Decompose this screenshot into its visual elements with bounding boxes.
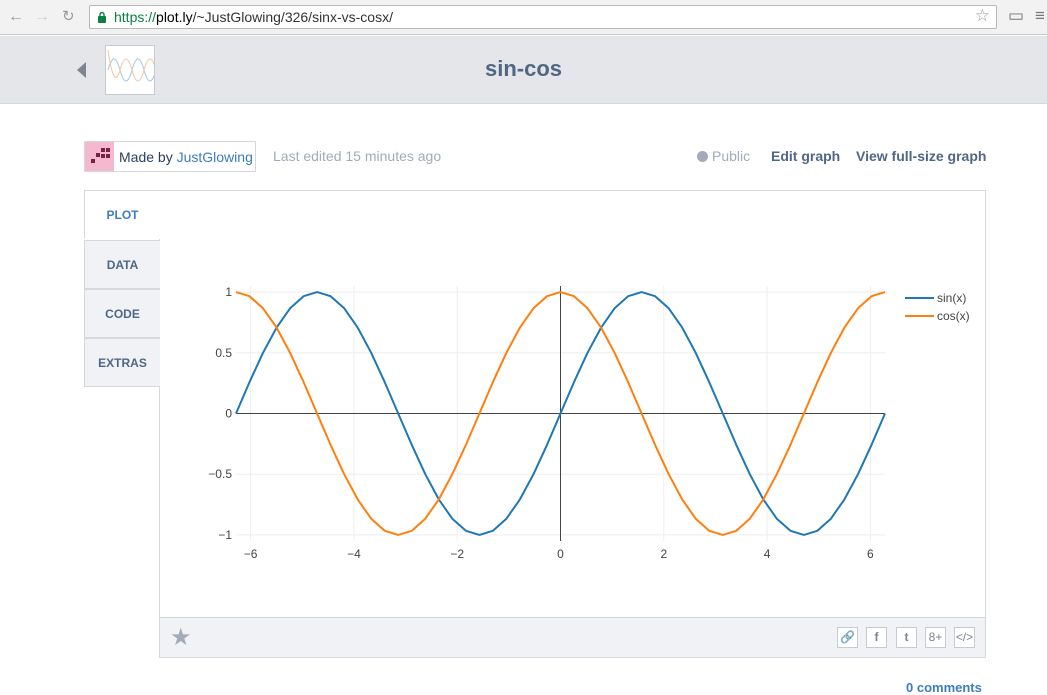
x-tick-label: −4	[347, 547, 361, 561]
avatar	[85, 142, 114, 171]
google-plus-icon[interactable]: 8+	[925, 627, 946, 648]
globe-icon	[697, 151, 708, 162]
tab-code[interactable]: CODE	[84, 289, 160, 338]
tab-data[interactable]: DATA	[84, 240, 160, 289]
x-tick-label: 6	[867, 547, 874, 561]
visibility-status: Public	[697, 148, 750, 164]
x-tick-label: 0	[557, 547, 564, 561]
y-tick-label: −0.5	[208, 467, 232, 481]
back-arrow-icon[interactable]: ←	[8, 8, 24, 26]
twitter-icon[interactable]: t	[896, 627, 917, 648]
legend-label: sin(x)	[937, 291, 966, 305]
graph-header: sin-cos	[0, 36, 1047, 104]
sin-cos-chart: −6 −4 −2 0 2 4 6 −1 −0.5 0 0.5 1 sin(x) cos(x)	[208, 285, 970, 561]
tab-plot[interactable]: PLOT	[84, 190, 160, 239]
x-tick-label: −6	[244, 547, 258, 561]
menu-icon[interactable]: ≡	[1035, 6, 1045, 26]
view-full-size-link[interactable]: View full-size graph	[856, 148, 986, 164]
embed-icon[interactable]: </>	[954, 627, 975, 648]
last-edited: Last edited 15 minutes ago	[273, 148, 442, 164]
tab-extras[interactable]: EXTRAS	[84, 338, 160, 387]
forward-arrow-icon[interactable]: →	[34, 8, 50, 26]
y-tick-label: 0.5	[215, 346, 232, 360]
y-tick-label: 1	[225, 285, 232, 299]
comments-link[interactable]: 0 comments	[906, 680, 982, 695]
graph-title: sin-cos	[484, 56, 563, 81]
star-icon[interactable]: ★	[170, 623, 192, 652]
link-icon[interactable]: 🔗	[837, 627, 858, 648]
bookmark-star-icon[interactable]: ☆	[975, 6, 990, 26]
x-tick-label: 2	[660, 547, 667, 561]
x-tick-label: 4	[764, 547, 771, 561]
made-by-text: Made by JustGlowing	[119, 149, 253, 165]
lock-icon	[98, 11, 106, 23]
author-badge[interactable]: Made by JustGlowing	[84, 141, 256, 172]
address-bar[interactable]: https://plot.ly/~JustGlowing/326/sinx-vs…	[89, 5, 997, 29]
y-tick-label: 0	[225, 407, 232, 421]
plot-footer: ★ 🔗 f t 8+ </>	[160, 617, 985, 657]
x-tick-label: −2	[450, 547, 464, 561]
author-link[interactable]: JustGlowing	[177, 149, 253, 165]
legend-label: cos(x)	[937, 309, 970, 323]
facebook-icon[interactable]: f	[866, 627, 887, 648]
browser-toolbar: ← → ↻ https://plot.ly/~JustGlowing/326/s…	[0, 0, 1047, 35]
edit-graph-link[interactable]: Edit graph	[771, 148, 840, 164]
reload-icon[interactable]: ↻	[62, 8, 75, 26]
url-text: https://plot.ly/~JustGlowing/326/sinx-vs…	[114, 9, 393, 25]
y-tick-label: −1	[218, 528, 232, 542]
cast-icon[interactable]: ▭	[1008, 6, 1024, 26]
